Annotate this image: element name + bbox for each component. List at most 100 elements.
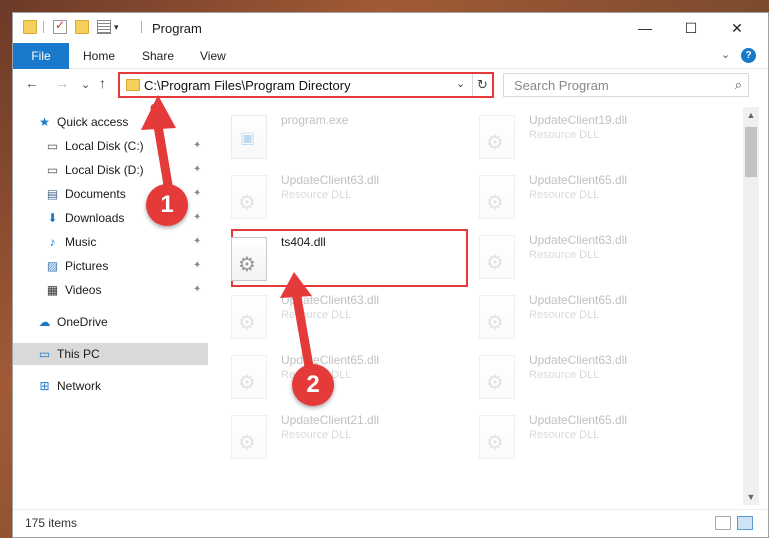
tab-view[interactable]: View <box>200 43 226 69</box>
sidebar-item-label: Downloads <box>65 211 125 225</box>
list-item[interactable]: UpdateClient63.dll Resource DLL <box>457 349 687 405</box>
dll-icon <box>231 295 267 339</box>
help-icon[interactable]: ? <box>741 48 756 63</box>
file-description: Resource DLL <box>529 129 600 141</box>
step-1-badge: 1 <box>146 184 188 226</box>
sidebar-item-this-pc[interactable]: ▭ This PC <box>13 343 208 365</box>
minimize-button[interactable]: — <box>622 13 668 43</box>
separator <box>141 21 142 33</box>
file-description: Resource DLL <box>529 369 600 381</box>
tab-home[interactable]: Home <box>83 43 115 69</box>
navigation-pane: ★ Quick access ▭ Local Disk (C:) ✦ ▭ Loc… <box>13 107 208 503</box>
search-icon[interactable]: ⌕ <box>735 77 742 93</box>
tab-file[interactable]: File <box>13 43 69 69</box>
sidebar-item-label: Documents <box>65 187 126 201</box>
ribbon-tabs: File Home Share View ⌄ ? <box>13 43 768 69</box>
file-description: Resource DLL <box>529 189 600 201</box>
details-view-icon[interactable] <box>715 516 731 530</box>
sidebar-item-label: Music <box>65 235 97 249</box>
file-description: Resource DLL <box>281 429 352 441</box>
list-item[interactable]: UpdateClient19.dll Resource DLL <box>457 109 687 165</box>
recent-locations-button[interactable]: ⌄ <box>81 78 90 91</box>
list-item[interactable]: program.exe <box>209 109 439 165</box>
back-button[interactable]: ← <box>25 75 39 91</box>
properties-icon[interactable] <box>97 20 111 34</box>
vertical-scrollbar[interactable]: ▲ ▼ <box>743 107 759 505</box>
address-bar[interactable]: C:\Program Files\Program Directory ⌄ ↻ <box>118 72 494 98</box>
sidebar-item-local-disk-d[interactable]: ▭ Local Disk (D:) ✦ <box>13 159 208 181</box>
address-path[interactable]: C:\Program Files\Program Directory <box>144 78 351 93</box>
list-item[interactable]: UpdateClient65.dll Resource DLL <box>457 169 687 225</box>
scroll-up-icon[interactable]: ▲ <box>743 107 759 123</box>
pin-icon[interactable]: ✦ <box>193 231 201 253</box>
explorer-window: ▾ Program — ☐ ✕ File Home Share View ⌄ ?… <box>12 12 769 538</box>
computer-icon: ▭ <box>38 347 51 361</box>
list-item[interactable]: UpdateClient65.dll Resource DLL <box>457 289 687 345</box>
dll-icon <box>231 175 267 219</box>
dll-icon <box>479 175 515 219</box>
dll-icon <box>231 237 267 281</box>
close-button[interactable]: ✕ <box>714 13 760 43</box>
list-item[interactable]: UpdateClient21.dll Resource DLL <box>209 409 439 465</box>
list-item[interactable]: UpdateClient65.dll Resource DLL <box>457 409 687 465</box>
maximize-button[interactable]: ☐ <box>668 13 714 43</box>
folder-icon <box>23 20 37 34</box>
sidebar-item-music[interactable]: ♪ Music ✦ <box>13 231 208 253</box>
network-icon: ⊞ <box>39 379 50 393</box>
large-icons-view-icon[interactable] <box>737 516 753 530</box>
pin-icon[interactable]: ✦ <box>193 207 201 229</box>
sidebar-item-network[interactable]: ⊞ Network <box>13 375 208 397</box>
file-name: UpdateClient63.dll <box>281 293 380 307</box>
forward-button[interactable]: → <box>55 75 69 91</box>
dll-icon <box>479 235 515 279</box>
drive-icon: ▭ <box>46 139 59 153</box>
sidebar-item-pictures[interactable]: ▨ Pictures ✦ <box>13 255 208 277</box>
separator <box>43 21 44 33</box>
scrollbar-thumb[interactable] <box>745 127 757 177</box>
list-item[interactable]: UpdateClient63.dll Resource DLL <box>457 229 687 285</box>
file-name: UpdateClient63.dll <box>529 353 628 367</box>
file-description: Resource DLL <box>529 429 600 441</box>
sidebar-item-onedrive[interactable]: ☁ OneDrive <box>13 311 208 333</box>
pin-icon[interactable]: ✦ <box>193 279 201 301</box>
documents-icon: ▤ <box>46 187 59 201</box>
file-name: UpdateClient65.dll <box>529 173 628 187</box>
refresh-button[interactable]: ↻ <box>472 74 492 96</box>
file-name: UpdateClient65.dll <box>281 353 380 367</box>
drive-icon: ▭ <box>46 163 59 177</box>
tab-share[interactable]: Share <box>142 43 174 69</box>
sidebar-item-label: Quick access <box>57 115 129 129</box>
address-dropdown-icon[interactable]: ⌄ <box>456 77 465 90</box>
scroll-down-icon[interactable]: ▼ <box>743 489 759 505</box>
cloud-icon: ☁ <box>38 315 51 329</box>
properties-check-icon[interactable] <box>53 18 67 34</box>
title-bar: ▾ Program — ☐ ✕ <box>13 13 768 43</box>
file-name: UpdateClient21.dll <box>281 413 380 427</box>
list-item[interactable]: UpdateClient63.dll Resource DLL <box>209 169 439 225</box>
application-icon <box>231 115 267 159</box>
sidebar-item-videos[interactable]: ▦ Videos ✦ <box>13 279 208 301</box>
file-name: UpdateClient63.dll <box>281 173 380 187</box>
downloads-icon: ⬇ <box>47 211 58 225</box>
music-icon: ♪ <box>49 235 56 249</box>
pin-icon[interactable]: ✦ <box>193 159 201 181</box>
pin-icon[interactable]: ✦ <box>193 183 201 205</box>
file-description: Resource DLL <box>281 189 352 201</box>
sidebar-item-quick-access[interactable]: ★ Quick access <box>13 111 208 133</box>
new-folder-icon[interactable] <box>75 20 89 34</box>
pin-icon[interactable]: ✦ <box>193 135 201 157</box>
sidebar-item-label: Pictures <box>65 259 109 273</box>
list-item[interactable]: UpdateClient63.dll Resource DLL <box>209 289 439 345</box>
file-name: program.exe <box>281 113 349 127</box>
expand-ribbon-icon[interactable]: ⌄ <box>721 48 730 61</box>
file-description: Resource DLL <box>529 309 600 321</box>
file-name: ts404.dll <box>281 235 326 249</box>
dll-icon <box>479 295 515 339</box>
list-item-ts404[interactable]: ts404.dll <box>209 231 439 287</box>
folder-icon <box>126 79 140 91</box>
up-button[interactable]: ↑ <box>99 75 106 91</box>
pin-icon[interactable]: ✦ <box>193 255 201 277</box>
search-input[interactable]: Search Program ⌕ <box>503 73 749 97</box>
quick-access-dropdown-icon[interactable]: ▾ <box>114 22 119 33</box>
sidebar-item-local-disk-c[interactable]: ▭ Local Disk (C:) ✦ <box>13 135 208 157</box>
